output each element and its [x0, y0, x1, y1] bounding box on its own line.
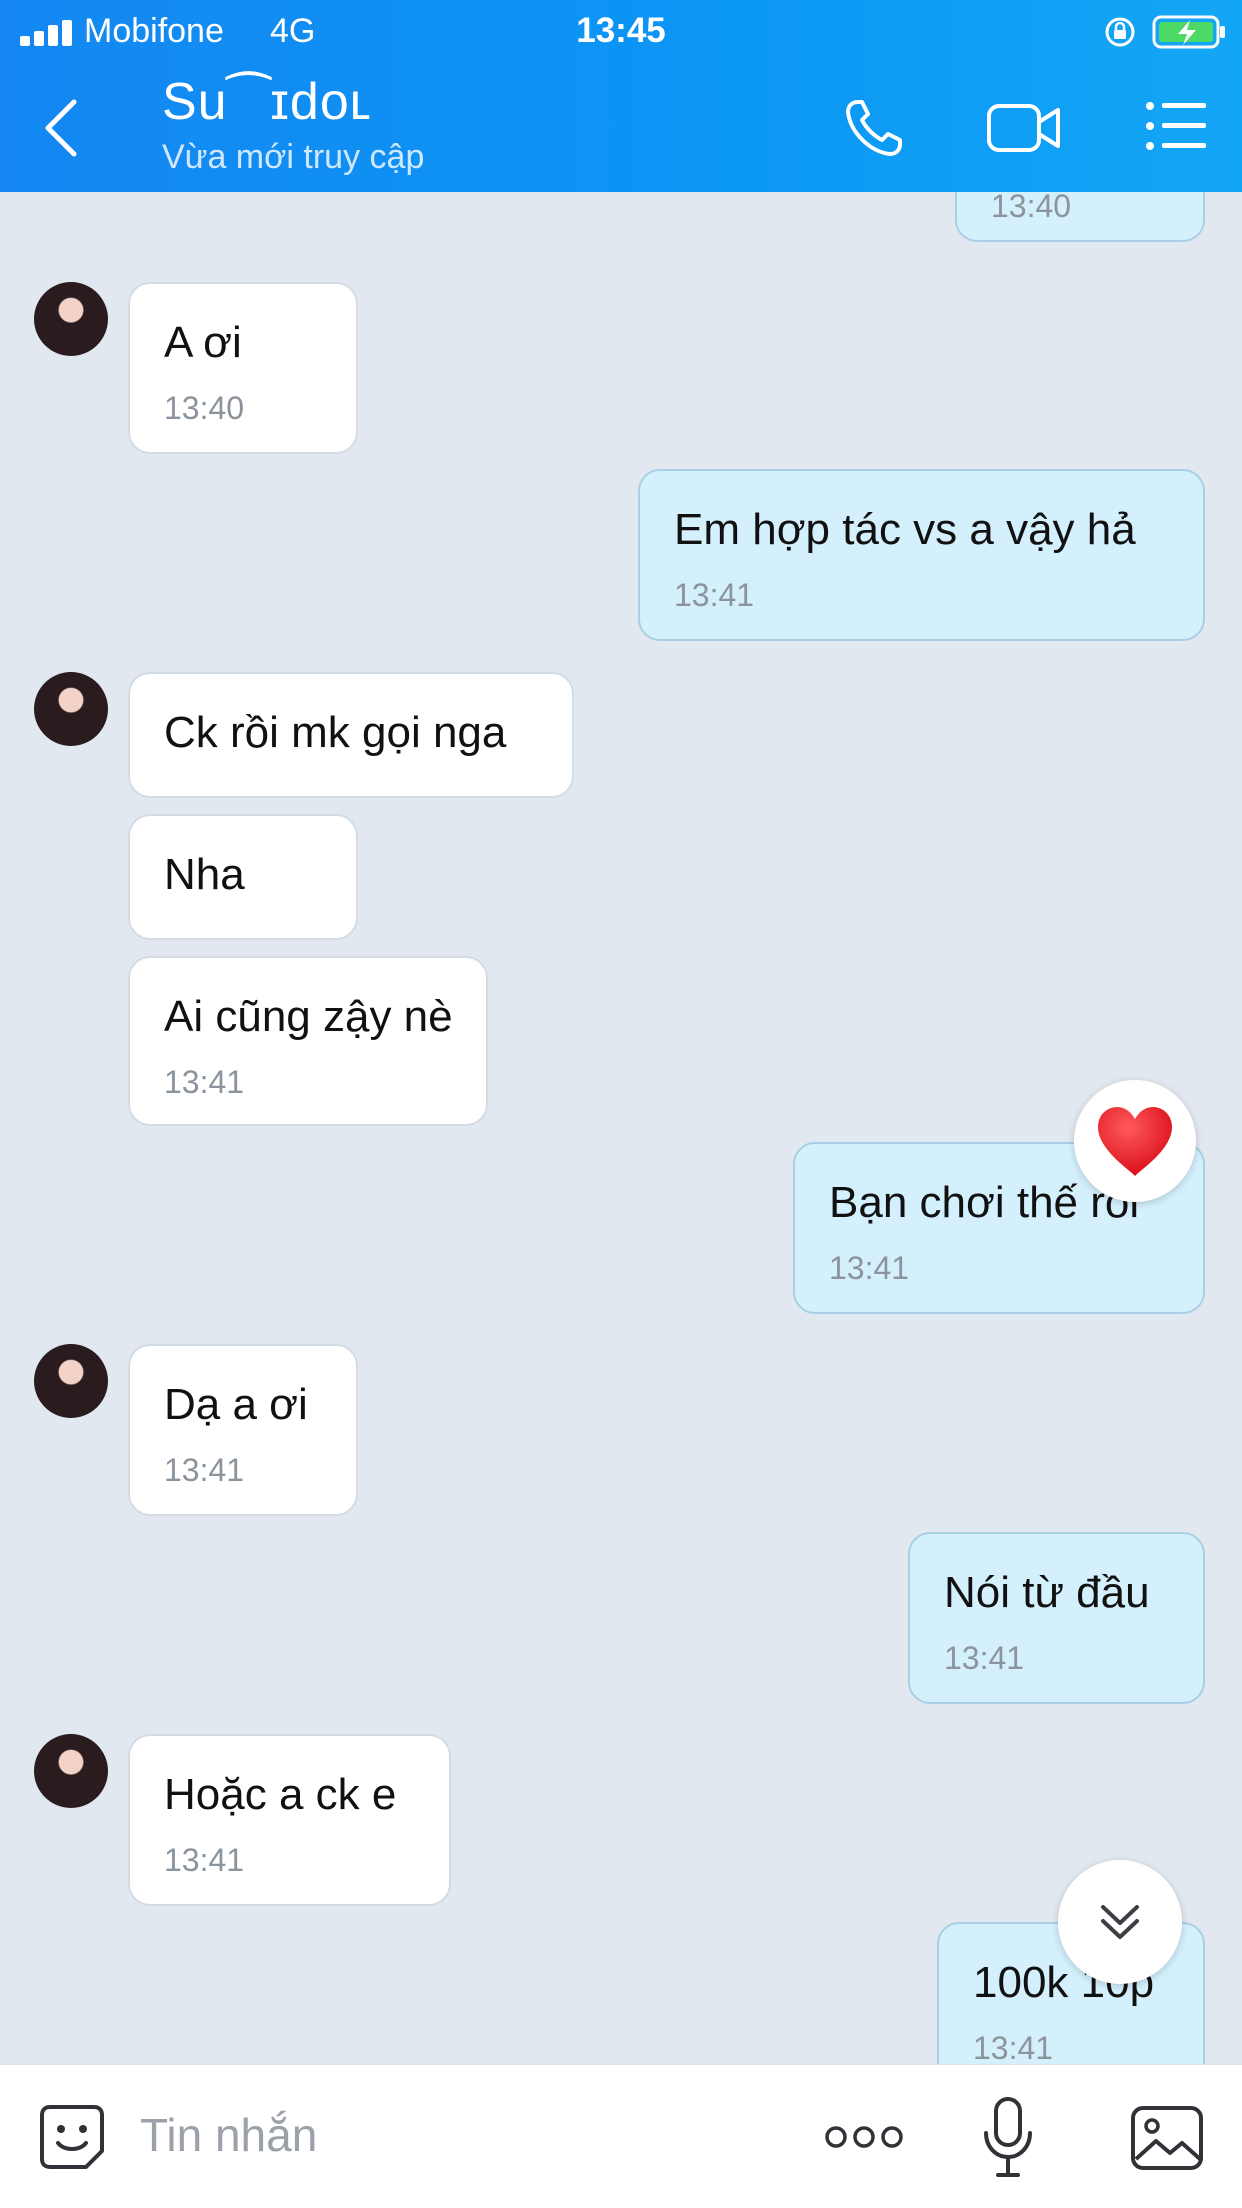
message-text: Ck rồi mk gọi nga [164, 708, 507, 757]
sticker-icon[interactable] [36, 2101, 108, 2173]
message-text: Ai cũng zậy nè [164, 992, 453, 1041]
message-bubble-outgoing[interactable]: Em hợp tác vs a vậy hả 13:41 [638, 469, 1205, 641]
heart-icon [1098, 1107, 1172, 1176]
message-bubble-incoming[interactable]: Dạ a ơi 13:41 [128, 1344, 358, 1516]
message-bubble-incoming[interactable]: Nha [128, 814, 358, 940]
contact-name[interactable]: Su⁀ɪdoʟ [162, 72, 372, 132]
message-time: 13:41 [944, 1640, 1025, 1676]
call-icon[interactable] [842, 96, 906, 160]
message-text: Hoặc a ck e [164, 1770, 397, 1819]
message-input[interactable] [140, 2103, 740, 2167]
message-time: 13:41 [164, 1452, 245, 1488]
reaction-badge[interactable] [1074, 1080, 1196, 1202]
avatar[interactable] [34, 282, 108, 356]
message-time: 13:40 [991, 192, 1072, 224]
video-icon[interactable] [986, 100, 1062, 156]
message-text: Nói từ đầu [944, 1568, 1150, 1617]
message-time: 13:41 [829, 1250, 910, 1286]
message-time: 13:41 [164, 1842, 245, 1878]
scroll-to-bottom-button[interactable] [1058, 1860, 1182, 1984]
scroll-down-icon [1101, 1905, 1139, 1939]
avatar[interactable] [34, 1344, 108, 1418]
message-time: 13:41 [674, 577, 755, 613]
orientation-lock-icon [1105, 17, 1135, 47]
status-time: 13:45 [576, 11, 666, 50]
back-icon[interactable] [40, 96, 84, 160]
more-icon[interactable] [824, 2121, 904, 2153]
message-list[interactable]: 13:40 A ơi 13:40 Em hợp tác vs a vậy hả … [0, 192, 1242, 2064]
mic-icon[interactable] [982, 2095, 1034, 2179]
menu-icon[interactable] [1144, 98, 1208, 154]
message-text: Nha [164, 850, 245, 899]
message-text: A ơi [164, 318, 242, 367]
presence-status: Vừa mới truy cập [162, 138, 425, 176]
avatar[interactable] [34, 672, 108, 746]
message-time: 13:41 [164, 1064, 245, 1100]
message-bubble-outgoing[interactable]: 13:40 [955, 192, 1205, 242]
avatar[interactable] [34, 1734, 108, 1808]
image-icon[interactable] [1130, 2105, 1204, 2171]
battery-icon [1152, 15, 1225, 49]
status-bar: Mobifone 4G 13:45 [0, 0, 1242, 64]
message-bubble-incoming[interactable]: Ck rồi mk gọi nga [128, 672, 574, 798]
message-text: Em hợp tác vs a vậy hả [674, 505, 1136, 554]
message-time: 13:40 [164, 390, 245, 426]
message-bubble-outgoing[interactable]: Nói từ đầu 13:41 [908, 1532, 1205, 1704]
composer-bar [0, 2064, 1242, 2208]
message-text: Dạ a ơi [164, 1380, 308, 1429]
message-bubble-incoming[interactable]: Ai cũng zậy nè 13:41 [128, 956, 488, 1126]
message-time: 13:41 [973, 2030, 1054, 2064]
message-bubble-incoming[interactable]: A ơi 13:40 [128, 282, 358, 454]
message-bubble-incoming[interactable]: Hoặc a ck e 13:41 [128, 1734, 451, 1906]
chat-header: Mobifone 4G 13:45 Su⁀ɪdoʟ Vừa mới truy c… [0, 0, 1242, 192]
